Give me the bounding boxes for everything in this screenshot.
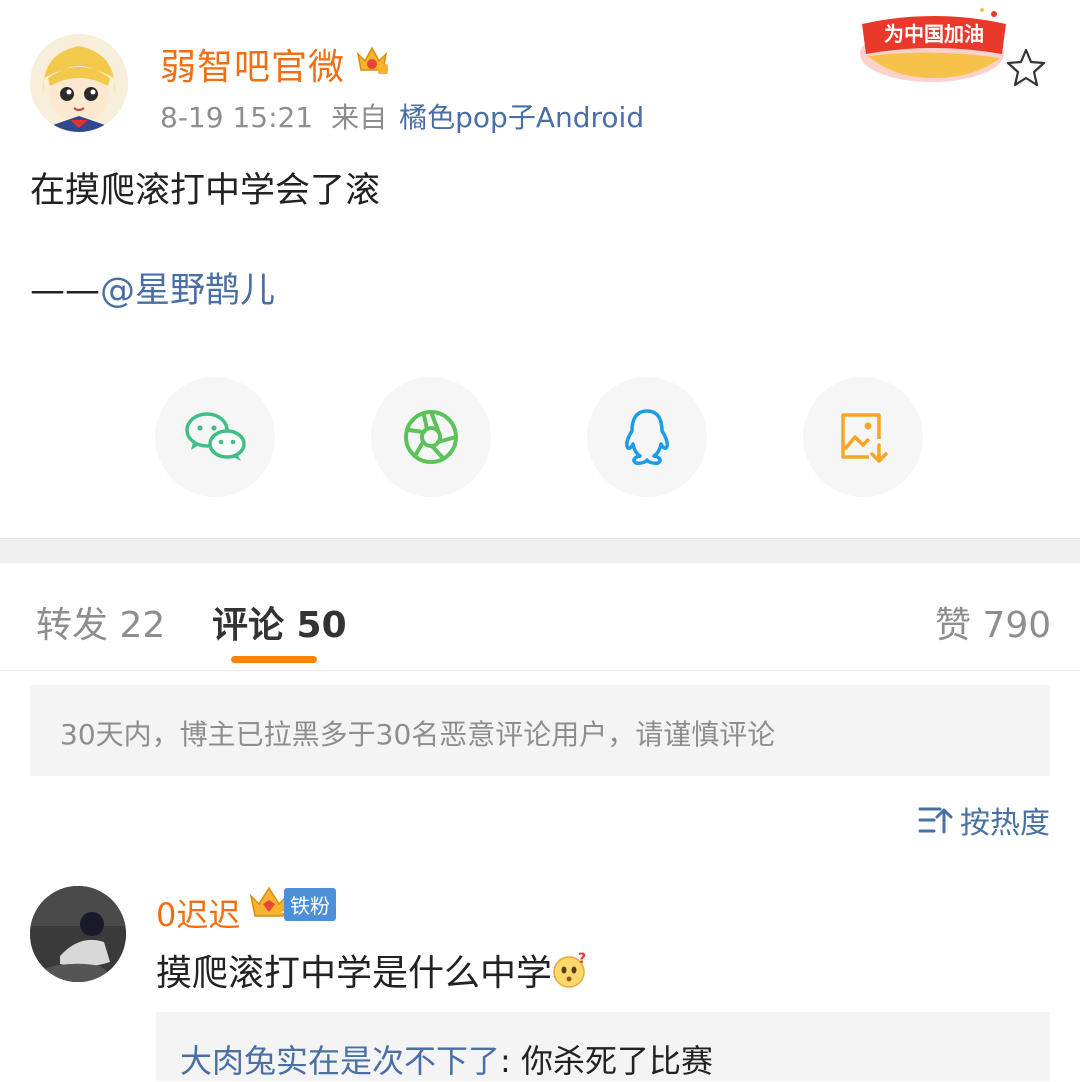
author-name[interactable]: 弱智吧官微 [160, 38, 345, 90]
share-wechat-button[interactable] [155, 377, 275, 497]
reply-preview[interactable]: 大肉兔实在是次不下了: 你杀死了比赛 [156, 1012, 1050, 1081]
commenter-avatar[interactable] [30, 886, 126, 982]
comment-text-body: 摸爬滚打中学是什么中学 [156, 953, 553, 994]
save-image-icon [841, 413, 888, 463]
comment-notice: 30天内，博主已拉黑多于30名恶意评论用户，请谨慎评论 [30, 685, 1050, 776]
author-dash: —— [30, 271, 100, 311]
sort-by-hot-button[interactable]: 按热度 [918, 798, 1050, 842]
tab-like[interactable]: 赞 790 [935, 596, 1051, 648]
post-source[interactable]: 橘色pop子Android [399, 101, 644, 134]
save-image-button[interactable] [803, 377, 923, 497]
post-time: 8-19 15:21 [160, 101, 314, 134]
active-tab-indicator [231, 656, 317, 663]
tab-repost[interactable]: 转发 22 [36, 596, 165, 648]
confused-emoji-icon: ? [553, 951, 586, 988]
share-moments-button[interactable] [371, 377, 491, 497]
post-meta: 8-19 15:21 来自 橘色pop子Android [160, 96, 644, 136]
section-divider [0, 538, 1080, 563]
cheer-badge: 为中国加油 [854, 4, 1014, 86]
sort-icon [918, 807, 953, 834]
moments-icon [404, 410, 458, 464]
comment-notice-text: 30天内，博主已拉黑多于30名恶意评论用户，请谨慎评论 [60, 718, 776, 751]
sort-label: 按热度 [960, 806, 1050, 841]
wechat-icon [185, 412, 246, 461]
fan-tag: 铁粉 [284, 887, 336, 921]
post-author-line: ——@星野鹊儿 [30, 262, 275, 313]
comment-text: 摸爬滚打中学是什么中学 ? [156, 944, 590, 996]
reply-user[interactable]: 大肉兔实在是次不下了 [180, 1042, 500, 1080]
reply-text: : 你杀死了比赛 [500, 1042, 713, 1080]
commenter-name[interactable]: 0迟迟 [156, 890, 240, 936]
cheer-badge-text: 为中国加油 [884, 22, 984, 46]
tabs-divider [0, 670, 1080, 671]
post-text: 在摸爬滚打中学会了滚 [30, 171, 381, 211]
favorite-star-icon[interactable] [1004, 46, 1048, 94]
tab-comment[interactable]: 评论 50 [212, 596, 347, 648]
qq-icon [625, 409, 669, 465]
author-avatar[interactable] [30, 34, 128, 132]
author-mention[interactable]: @星野鹊儿 [100, 271, 275, 311]
vip-crown-icon [354, 42, 390, 82]
share-qq-button[interactable] [587, 377, 707, 497]
svg-text:?: ? [578, 951, 586, 967]
fan-badge: 1 铁粉 [248, 884, 336, 924]
from-label: 来自 [331, 101, 388, 134]
